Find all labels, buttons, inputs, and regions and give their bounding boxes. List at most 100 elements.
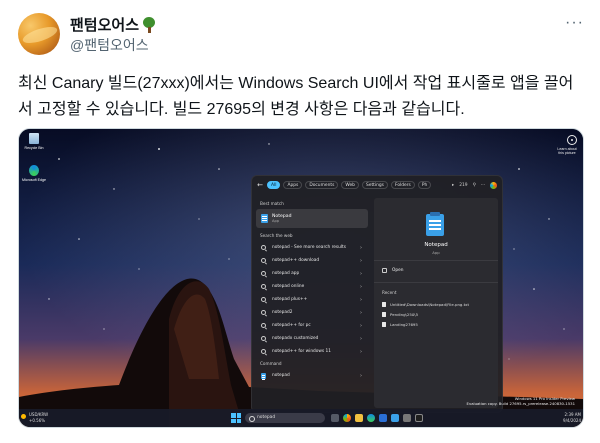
detail-subtitle: App — [432, 250, 440, 255]
notepad-icon[interactable] — [391, 414, 399, 422]
widgets-info[interactable]: USD/KRW +0.56% — [29, 412, 48, 423]
chevron-right-icon: › — [360, 348, 362, 355]
open-label: Open — [392, 268, 404, 273]
notepad-large-icon — [426, 212, 444, 236]
more-options-button[interactable]: ··· — [565, 14, 584, 32]
open-action[interactable]: Open — [382, 268, 403, 273]
points-counter: 219 — [459, 183, 468, 188]
settings-icon[interactable] — [403, 414, 411, 422]
chevron-right-icon: › — [360, 309, 362, 316]
taskbar: USD/KRW +0.56% notepad 2:39 AM 9/4/2024 — [19, 409, 583, 427]
search-icon — [261, 297, 266, 302]
web-result-row[interactable]: notepad++ for pc › — [256, 319, 368, 332]
recent-file-item[interactable]: Pending\250\5 — [382, 312, 418, 317]
web-result-text: notepad++ for pc — [272, 323, 311, 328]
search-filters: ← All Apps Documents Web Settings Folder… — [256, 181, 432, 189]
search-icon — [261, 323, 266, 328]
chevron-right-icon: › — [360, 372, 362, 379]
search-icon — [261, 258, 266, 263]
system-clock[interactable]: 2:39 AM 9/4/2024 — [563, 412, 581, 423]
chevron-right-icon: › — [360, 244, 362, 251]
clock-date: 9/4/2024 — [563, 417, 581, 423]
desktop-icon-recycle-bin[interactable]: Recycle Bin — [19, 133, 49, 150]
learn-about-picture-icon[interactable] — [567, 135, 577, 145]
search-icon — [261, 284, 266, 289]
search-icon — [261, 245, 266, 250]
web-result-row[interactable]: notepad - See more search results › — [256, 241, 368, 254]
watermark-line: Evaluation copy. Build 27695.rs_prerelea… — [466, 401, 575, 406]
recent-file-item[interactable]: Untitled\Downloads\Notepad\File.png.txt — [382, 302, 469, 307]
widgets-icon[interactable] — [21, 414, 26, 419]
filter-chip-all[interactable]: All — [267, 181, 281, 189]
author-name[interactable]: 팬텀오어스 — [70, 14, 156, 35]
web-result-text: notepad - See more search results — [272, 245, 346, 250]
desktop-icon-label: Recycle Bin — [24, 146, 44, 150]
recent-label: Recent — [382, 290, 397, 295]
search-web-label: Search the web — [260, 233, 293, 238]
web-result-row[interactable]: notepad plus++ › — [256, 293, 368, 306]
open-icon — [382, 268, 387, 273]
web-result-row[interactable]: notepad++ download › — [256, 254, 368, 267]
web-result-text: notepad++ download — [272, 258, 320, 263]
chevron-right-icon: › — [360, 335, 362, 342]
filter-chip-documents[interactable]: Documents — [305, 181, 339, 189]
recent-file-item[interactable]: Landing27695 — [382, 322, 418, 327]
command-row[interactable]: notepad › — [256, 369, 368, 382]
divider — [374, 260, 498, 261]
detail-title: Notepad — [424, 242, 448, 248]
search-icon — [261, 271, 266, 276]
author-handle[interactable]: @팬텀오어스 — [70, 35, 149, 55]
web-result-row[interactable]: notepadx customized › — [256, 332, 368, 345]
chevron-right-icon: › — [360, 257, 362, 264]
avatar[interactable] — [18, 13, 60, 55]
filter-chip-web[interactable]: Web — [341, 181, 359, 189]
recent-file-name: Landing27695 — [390, 322, 418, 327]
windows-search-panel: ← All Apps Documents Web Settings Folder… — [251, 175, 503, 413]
recent-file-name: Untitled\Downloads\Notepad\File.png.txt — [390, 302, 469, 307]
best-match-item[interactable]: Notepad App — [256, 209, 368, 228]
web-result-text: notepad app — [272, 271, 300, 276]
filter-chip-apps[interactable]: Apps — [283, 181, 303, 189]
back-arrow-icon[interactable]: ← — [256, 181, 264, 189]
tweet: 팬텀오어스 @팬텀오어스 ··· 최신 Canary 빌드(27xxx)에서는 … — [0, 0, 600, 443]
edge-icon[interactable] — [367, 414, 375, 422]
play-icon[interactable]: ▸ — [452, 183, 454, 188]
task-view-icon[interactable] — [331, 414, 339, 422]
filter-chip-settings[interactable]: Settings — [361, 181, 388, 189]
tree-emoji-icon — [142, 16, 156, 33]
copilot-icon[interactable] — [490, 182, 497, 189]
start-button[interactable] — [231, 413, 241, 423]
search-icon — [261, 336, 266, 341]
chevron-right-icon: › — [360, 283, 362, 290]
copilot-icon[interactable] — [343, 414, 351, 422]
filter-chip-photos[interactable]: Ph — [417, 181, 432, 189]
command-text: notepad — [272, 373, 290, 378]
learn-about-picture-label[interactable]: Learn about this picture — [555, 147, 579, 155]
network-icon[interactable]: ⚲ — [473, 183, 476, 188]
best-match-subtitle: App — [272, 219, 280, 223]
filter-chip-folders[interactable]: Folders — [390, 181, 415, 189]
more-icon[interactable]: ··· — [481, 183, 485, 188]
web-result-row[interactable]: notepad2 › — [256, 306, 368, 319]
web-result-text: notepad online — [272, 284, 305, 289]
widgets-subtitle: +0.56% — [29, 417, 46, 423]
chevron-right-icon: › — [360, 322, 362, 329]
web-result-text: notepad plus++ — [272, 297, 308, 302]
post-image[interactable]: Recycle Bin Microsoft Edge Learn about t… — [18, 128, 584, 428]
result-detail-pane: Notepad App Open Recent Untitled\Downloa… — [374, 198, 498, 408]
recycle-bin-icon — [29, 133, 39, 144]
taskbar-search-box[interactable]: notepad — [245, 413, 325, 423]
web-result-text: notepad++ for windows 11 — [272, 349, 331, 354]
web-result-row[interactable]: notepad++ for windows 11 › — [256, 345, 368, 358]
widgets-title: USD/KRW — [29, 412, 49, 417]
notepad-icon — [261, 214, 268, 223]
store-icon[interactable] — [379, 414, 387, 422]
web-result-row[interactable]: notepad online › — [256, 280, 368, 293]
web-result-row[interactable]: notepad app › — [256, 267, 368, 280]
divider — [374, 282, 498, 283]
terminal-icon[interactable] — [415, 414, 423, 422]
file-explorer-icon[interactable] — [355, 414, 363, 422]
file-icon — [382, 302, 386, 307]
author-name-text[interactable]: 팬텀오어스 — [70, 14, 139, 35]
desktop-icon-edge[interactable]: Microsoft Edge — [19, 165, 49, 182]
